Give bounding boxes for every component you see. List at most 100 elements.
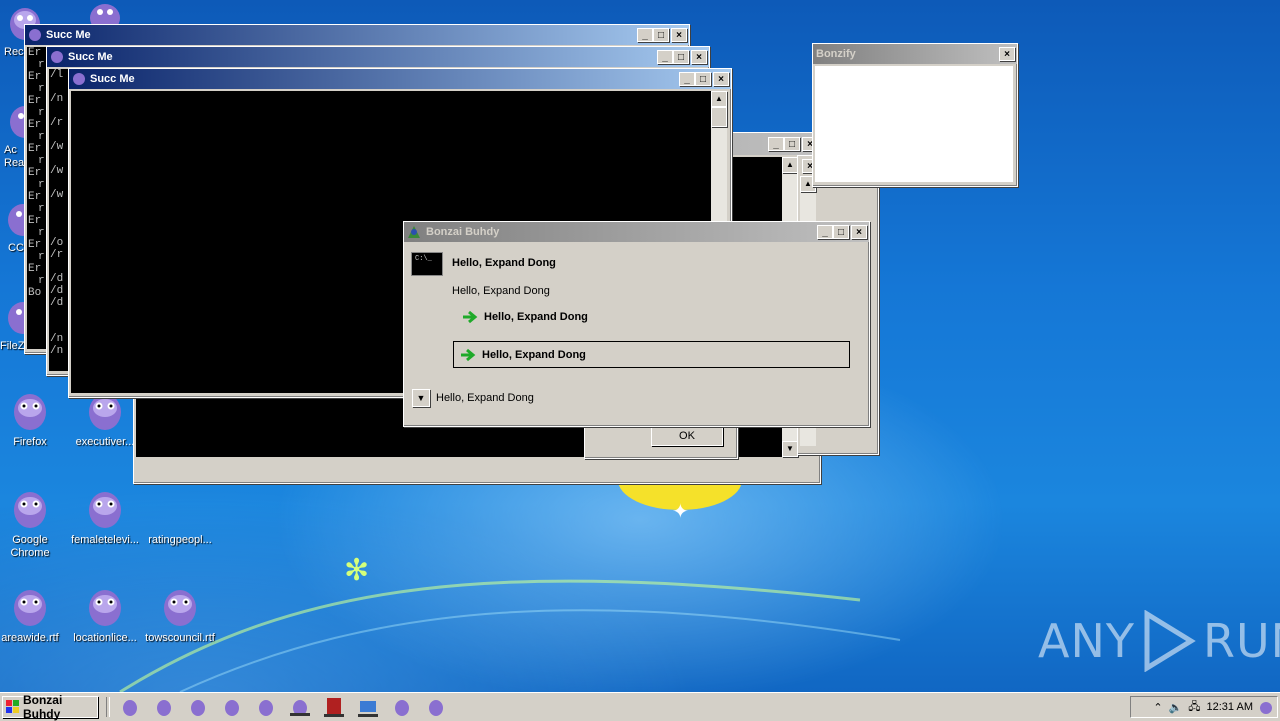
bonzi-icon[interactable] [256,697,276,717]
command-link-label: Hello, Expand Dong [482,348,586,361]
window-titlebar[interactable]: Succ Me _ □ × [69,69,731,89]
close-button[interactable]: × [851,225,867,239]
anyrun-watermark: ANY RUN [1038,610,1280,672]
start-button[interactable]: Bonzai Buhdy [2,693,98,721]
window-titlebar[interactable]: Succ Me _ □ × [25,25,689,45]
bonzi-icon [51,51,63,63]
window-title: Succ Me [90,73,135,85]
console-line: r [38,59,45,71]
console-line: /r [50,117,64,129]
close-button[interactable]: × [713,72,729,86]
window-title: Bonzify [816,48,856,60]
window-titlebar[interactable]: Bonzify × [813,44,1017,64]
bonzi-icon[interactable] [154,697,174,717]
pdf-icon[interactable] [324,697,344,717]
bonzai-buhdy-dialog[interactable]: Bonzai Buhdy _ □ × C:\_ Hello, Expand Do… [403,221,870,427]
console-line: /o [50,237,64,249]
play-logo-icon [1144,610,1196,672]
network-tray-icon[interactable]: 🖧 [1188,698,1200,717]
window-controls: _ □ × [768,137,818,151]
dialog-heading: Hello, Expand Dong [452,257,556,269]
minimize-button[interactable]: _ [768,137,784,151]
clock[interactable]: 12:31 AM [1207,701,1253,713]
console-text: /l /n /r /w /w /w /o/r /d/d/d /n/n [50,69,63,357]
command-link-1[interactable]: Hello, Expand Dong [462,310,588,324]
bonzi-tray-icon[interactable] [1259,700,1273,714]
window-controls: _ □ × [637,28,687,42]
window-controls: _ □ × [657,50,707,64]
svg-text:✻: ✻ [344,553,369,588]
console-line: Er [28,263,42,275]
console-line: /d [50,273,64,285]
network-icon[interactable] [358,697,378,717]
bonzify-content [815,66,1013,182]
close-button[interactable]: × [999,47,1015,61]
console-line: /l [50,69,64,81]
console-line: r [38,275,45,287]
bonzi-icon[interactable] [392,697,412,717]
ok-button[interactable]: OK [651,424,723,446]
console-line: r [38,131,45,143]
scroll-down-button[interactable]: ▼ [782,441,798,457]
window-controls: _ □ × [817,225,867,239]
minimize-button[interactable]: _ [817,225,833,239]
command-link-label: Hello, Expand Dong [484,311,588,323]
arrow-right-icon [461,348,476,361]
console-line: Bo [28,287,42,299]
window-controls: _ □ × [679,72,729,86]
window-title: Bonzai Buhdy [426,226,500,238]
console-line: r [38,203,45,215]
console-line: /w [50,141,64,153]
maximize-button[interactable]: □ [784,137,800,151]
dialog-body: Hello, Expand Dong [452,285,550,297]
window-titlebar[interactable]: Bonzai Buhdy _ □ × [404,222,869,242]
minimize-button[interactable]: _ [679,72,695,86]
console-line: /w [50,165,64,177]
tray-expand-icon[interactable]: ⌃ [1153,701,1162,714]
minimize-button[interactable]: _ [657,50,673,64]
svg-text:✦: ✦ [672,499,689,523]
scroll-up-button[interactable]: ▲ [711,91,727,107]
scroll-up-button[interactable]: ▲ [782,157,798,173]
bonzify-window[interactable]: Bonzify × [812,43,1018,187]
console-text: Er r Er r Er r Er r Er r Er r Er r Er r Er r Er r Bo [28,47,45,299]
window-title: Succ Me [68,51,113,63]
console-line: r [38,107,45,119]
bonzi-icon[interactable] [290,697,310,717]
console-line: r [38,155,45,167]
window-title: Succ Me [46,29,91,41]
taskbar-divider [106,697,110,717]
close-button[interactable]: × [691,50,707,64]
close-button[interactable]: × [671,28,687,42]
start-label: Bonzai Buhdy [22,693,63,721]
scroll-thumb[interactable] [711,107,727,127]
console-line: Er [28,167,42,179]
expand-details-button[interactable]: ▼ [412,389,430,407]
bonzi-icon[interactable] [222,697,242,717]
console-line: r [38,83,45,95]
console-line: /n [50,93,64,105]
maximize-button[interactable]: □ [695,72,711,86]
volume-icon[interactable]: 🔈 [1169,701,1183,714]
window-titlebar[interactable]: Succ Me _ □ × [47,47,709,67]
windows-logo-icon [6,700,19,713]
bonzi-icon[interactable] [188,697,208,717]
maximize-button[interactable]: □ [673,50,689,64]
console-line: r [38,179,45,191]
bonzi-icon [73,73,85,85]
minimize-button[interactable]: _ [637,28,653,42]
system-tray: ⌃ 🔈 🖧 12:31 AM [1130,696,1278,718]
command-link-2[interactable]: Hello, Expand Dong [453,341,850,368]
maximize-button[interactable]: □ [653,28,669,42]
bonzi-icon[interactable] [426,697,446,717]
console-line: Er [28,239,42,251]
console-line: r [38,227,45,239]
bonzi-icon[interactable] [120,697,140,717]
maximize-button[interactable]: □ [833,225,849,239]
